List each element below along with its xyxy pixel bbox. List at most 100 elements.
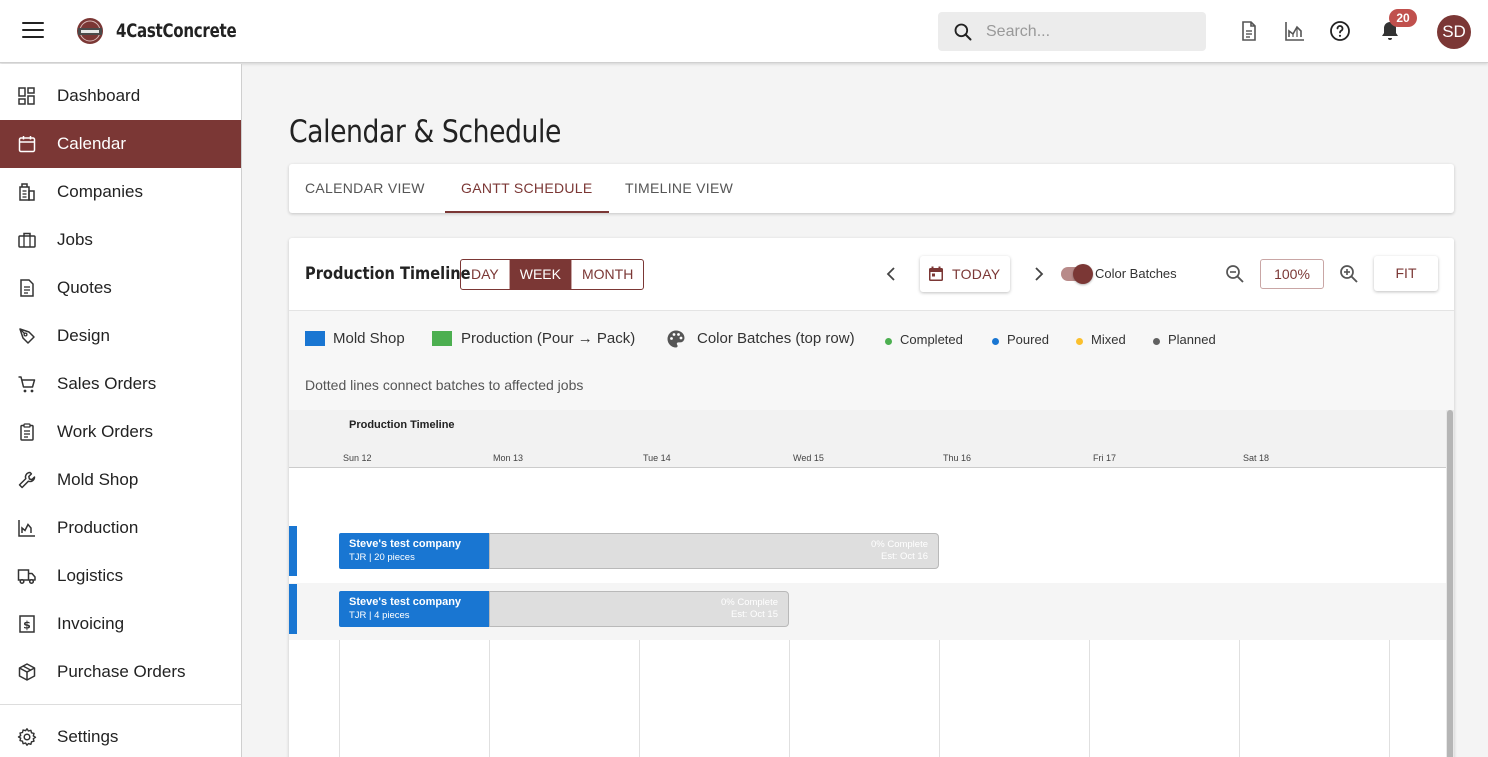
tab-calendar-view[interactable]: CALENDAR VIEW [289,164,441,213]
today-label: TODAY [952,266,1001,282]
companies-icon [19,183,35,201]
day-label: Wed 15 [793,453,824,463]
day-gridline [789,640,790,757]
sidebar-item-label: Companies [57,182,143,201]
production-bar[interactable]: 0% Complete Est: Oct 15 [489,591,789,627]
sidebar-item-design[interactable]: Design [0,312,241,360]
bar-company: Steve's test company [349,538,462,550]
sidebar-item-mold-shop[interactable]: Mold Shop [0,456,241,504]
sidebar-item-jobs[interactable]: Jobs [0,216,241,264]
legend-mold-shop: Mold Shop [305,330,405,347]
day-label: Thu 16 [943,453,972,463]
sidebar-item-label: Settings [57,727,119,746]
sidebar-item-sales-orders[interactable]: Sales Orders [0,360,241,408]
day-gridline [1089,640,1090,757]
day-label: Tue 14 [643,453,671,463]
sidebar-item-label: Purchase Orders [57,662,186,681]
gantt-toolbar: Production Timeline DAY WEEK MONTH TODAY… [289,238,1454,311]
legend-mixed: Mixed [1076,332,1126,347]
bar-detail: TJR | 4 pieces [349,610,410,621]
avatar[interactable]: SD [1437,15,1471,49]
bar-company: Steve's test company [349,596,462,608]
legend-label: Poured [1007,332,1049,347]
mold-shop-bar[interactable]: Steve's test company TJR | 4 pieces [339,591,489,627]
brand-name[interactable]: 4CastConcrete [116,20,237,42]
bar-progress: 0% Complete [870,539,928,550]
sidebar-item-calendar[interactable]: Calendar [0,120,241,168]
search-input[interactable] [986,20,1186,44]
day-gridline [339,640,340,757]
sidebar-item-dashboard[interactable]: Dashboard [0,72,241,120]
sidebar-item-label: Production [57,518,139,537]
chart-scrollbar[interactable] [1446,410,1454,757]
bar-progress: 0% Complete [720,597,778,608]
legend-label: Mixed [1091,332,1126,347]
legend-dot [885,338,892,345]
sidebar-item-logistics[interactable]: Logistics [0,552,241,600]
sidebar-item-label: Jobs [57,230,93,249]
legend-dot [992,338,999,345]
sidebar-item-label: Logistics [57,566,124,585]
day-gridline [1389,640,1390,757]
sidebar-divider [0,704,241,705]
sidebar-item-invoicing[interactable]: $ Invoicing [0,600,241,648]
chart-icon[interactable] [1283,19,1307,43]
legend-label: Production (Pour → Pack) [461,330,636,347]
search-icon [954,23,972,41]
sidebar-item-production[interactable]: Production [0,504,241,552]
truck-icon [17,569,36,585]
day-gridline [939,640,940,757]
day-gridline [1239,640,1240,757]
sidebar-item-settings[interactable]: Settings [0,713,241,757]
palette-icon [667,330,685,348]
sidebar: Dashboard Calendar Companies Jobs Quotes… [0,64,242,757]
legend-swatch [432,331,452,346]
design-pen-icon [19,328,35,344]
scrollbar-thumb[interactable] [1447,410,1453,757]
help-icon[interactable] [1328,19,1352,43]
mold-shop-bar[interactable]: Steve's test company TJR | 20 pieces [339,533,489,569]
color-batches-switch[interactable] [1061,264,1093,284]
day-label: Sun 12 [343,453,372,463]
legend-label: Color Batches (top row) [697,330,855,347]
sidebar-item-quotes[interactable]: Quotes [0,264,241,312]
search-box[interactable] [938,12,1206,51]
sidebar-item-companies[interactable]: Companies [0,168,241,216]
document-icon[interactable] [1237,19,1261,43]
sidebar-item-label: Calendar [57,134,126,153]
color-batches-label: Color Batches [1095,266,1177,281]
production-bar[interactable]: 0% Complete Est: Oct 16 [489,533,939,569]
package-icon [18,663,36,681]
top-app-bar: 4CastConcrete 20 SD [0,0,1488,63]
tab-timeline-view[interactable]: TIMELINE VIEW [609,164,749,213]
zoom-out-icon[interactable] [1225,264,1245,284]
view-day-button[interactable]: DAY [461,260,510,289]
view-month-button[interactable]: MONTH [572,260,643,289]
row-accent [289,584,297,634]
gantt-title: Production Timeline [305,264,471,284]
gantt-hint: Dotted lines connect batches to affected… [305,377,584,393]
day-gridline [489,640,490,757]
zoom-in-icon[interactable] [1339,264,1359,284]
chevron-right-icon[interactable] [1029,265,1047,283]
gantt-chart: Production Timeline Sun 12 Mon 13 Tue 14 We… [289,410,1446,757]
svg-text:$: $ [23,619,31,632]
briefcase-icon [18,232,36,248]
sidebar-item-purchase-orders[interactable]: Purchase Orders [0,648,241,696]
bar-estimate: Est: Oct 16 [881,551,928,562]
tab-gantt-schedule[interactable]: GANTT SCHEDULE [445,164,609,213]
gantt-chart-header: Production Timeline Sun 12 Mon 13 Tue 14 We… [289,410,1446,468]
sidebar-item-work-orders[interactable]: Work Orders [0,408,241,456]
sidebar-item-label: Quotes [57,278,112,297]
fit-button[interactable]: FIT [1374,256,1438,291]
legend-poured: Poured [992,332,1049,347]
view-mode-toggle: DAY WEEK MONTH [460,259,645,290]
view-week-button[interactable]: WEEK [509,260,572,289]
today-button[interactable]: TODAY [920,256,1010,292]
gear-icon [17,728,37,746]
menu-icon[interactable] [22,22,44,40]
legend-label: Completed [900,332,963,347]
chevron-left-icon[interactable] [883,265,901,283]
wrench-icon [18,471,36,489]
sidebar-item-label: Design [57,326,110,345]
